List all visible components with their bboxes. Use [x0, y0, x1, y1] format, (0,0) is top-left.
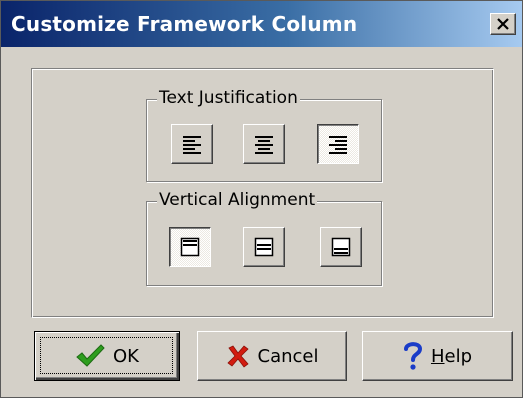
valign-bottom-icon — [331, 237, 351, 257]
dialog-window: Customize Framework Column Text Justific… — [0, 0, 523, 398]
justify-center-button[interactable] — [243, 124, 285, 164]
options-panel: Text Justification Vertical Alignment — [31, 68, 494, 318]
valign-top-icon — [180, 237, 200, 257]
ok-label: OK — [113, 345, 139, 367]
vertical-alignment-label: Vertical Alignment — [157, 189, 318, 211]
help-label-rest: elp — [444, 345, 473, 367]
valign-top-button[interactable] — [169, 227, 211, 267]
justify-right-button[interactable] — [317, 124, 359, 164]
justify-left-button[interactable] — [171, 124, 213, 164]
align-right-icon — [329, 136, 347, 154]
valign-middle-button[interactable] — [243, 227, 285, 267]
text-justification-label: Text Justification — [157, 87, 300, 109]
text-justification-group: Text Justification — [146, 87, 382, 182]
checkmark-icon — [75, 343, 105, 369]
cancel-label: Cancel — [257, 345, 319, 367]
question-mark-icon — [403, 341, 423, 371]
vertical-alignment-group: Vertical Alignment — [146, 189, 382, 286]
focus-rect — [40, 337, 173, 374]
align-left-icon — [183, 136, 201, 154]
window-title: Customize Framework Column — [11, 12, 358, 36]
valign-bottom-button[interactable] — [320, 227, 362, 267]
red-x-icon — [226, 344, 250, 368]
help-label: Help — [431, 346, 472, 367]
valign-middle-icon — [254, 237, 274, 257]
help-button[interactable]: Help — [362, 331, 513, 381]
ok-button[interactable]: OK — [34, 331, 180, 381]
align-center-icon — [255, 136, 273, 154]
title-bar[interactable]: Customize Framework Column — [1, 1, 522, 47]
close-button[interactable] — [490, 13, 516, 35]
help-label-mnemonic: H — [430, 345, 445, 367]
cancel-button[interactable]: Cancel — [197, 331, 347, 381]
close-x-icon — [497, 18, 509, 30]
